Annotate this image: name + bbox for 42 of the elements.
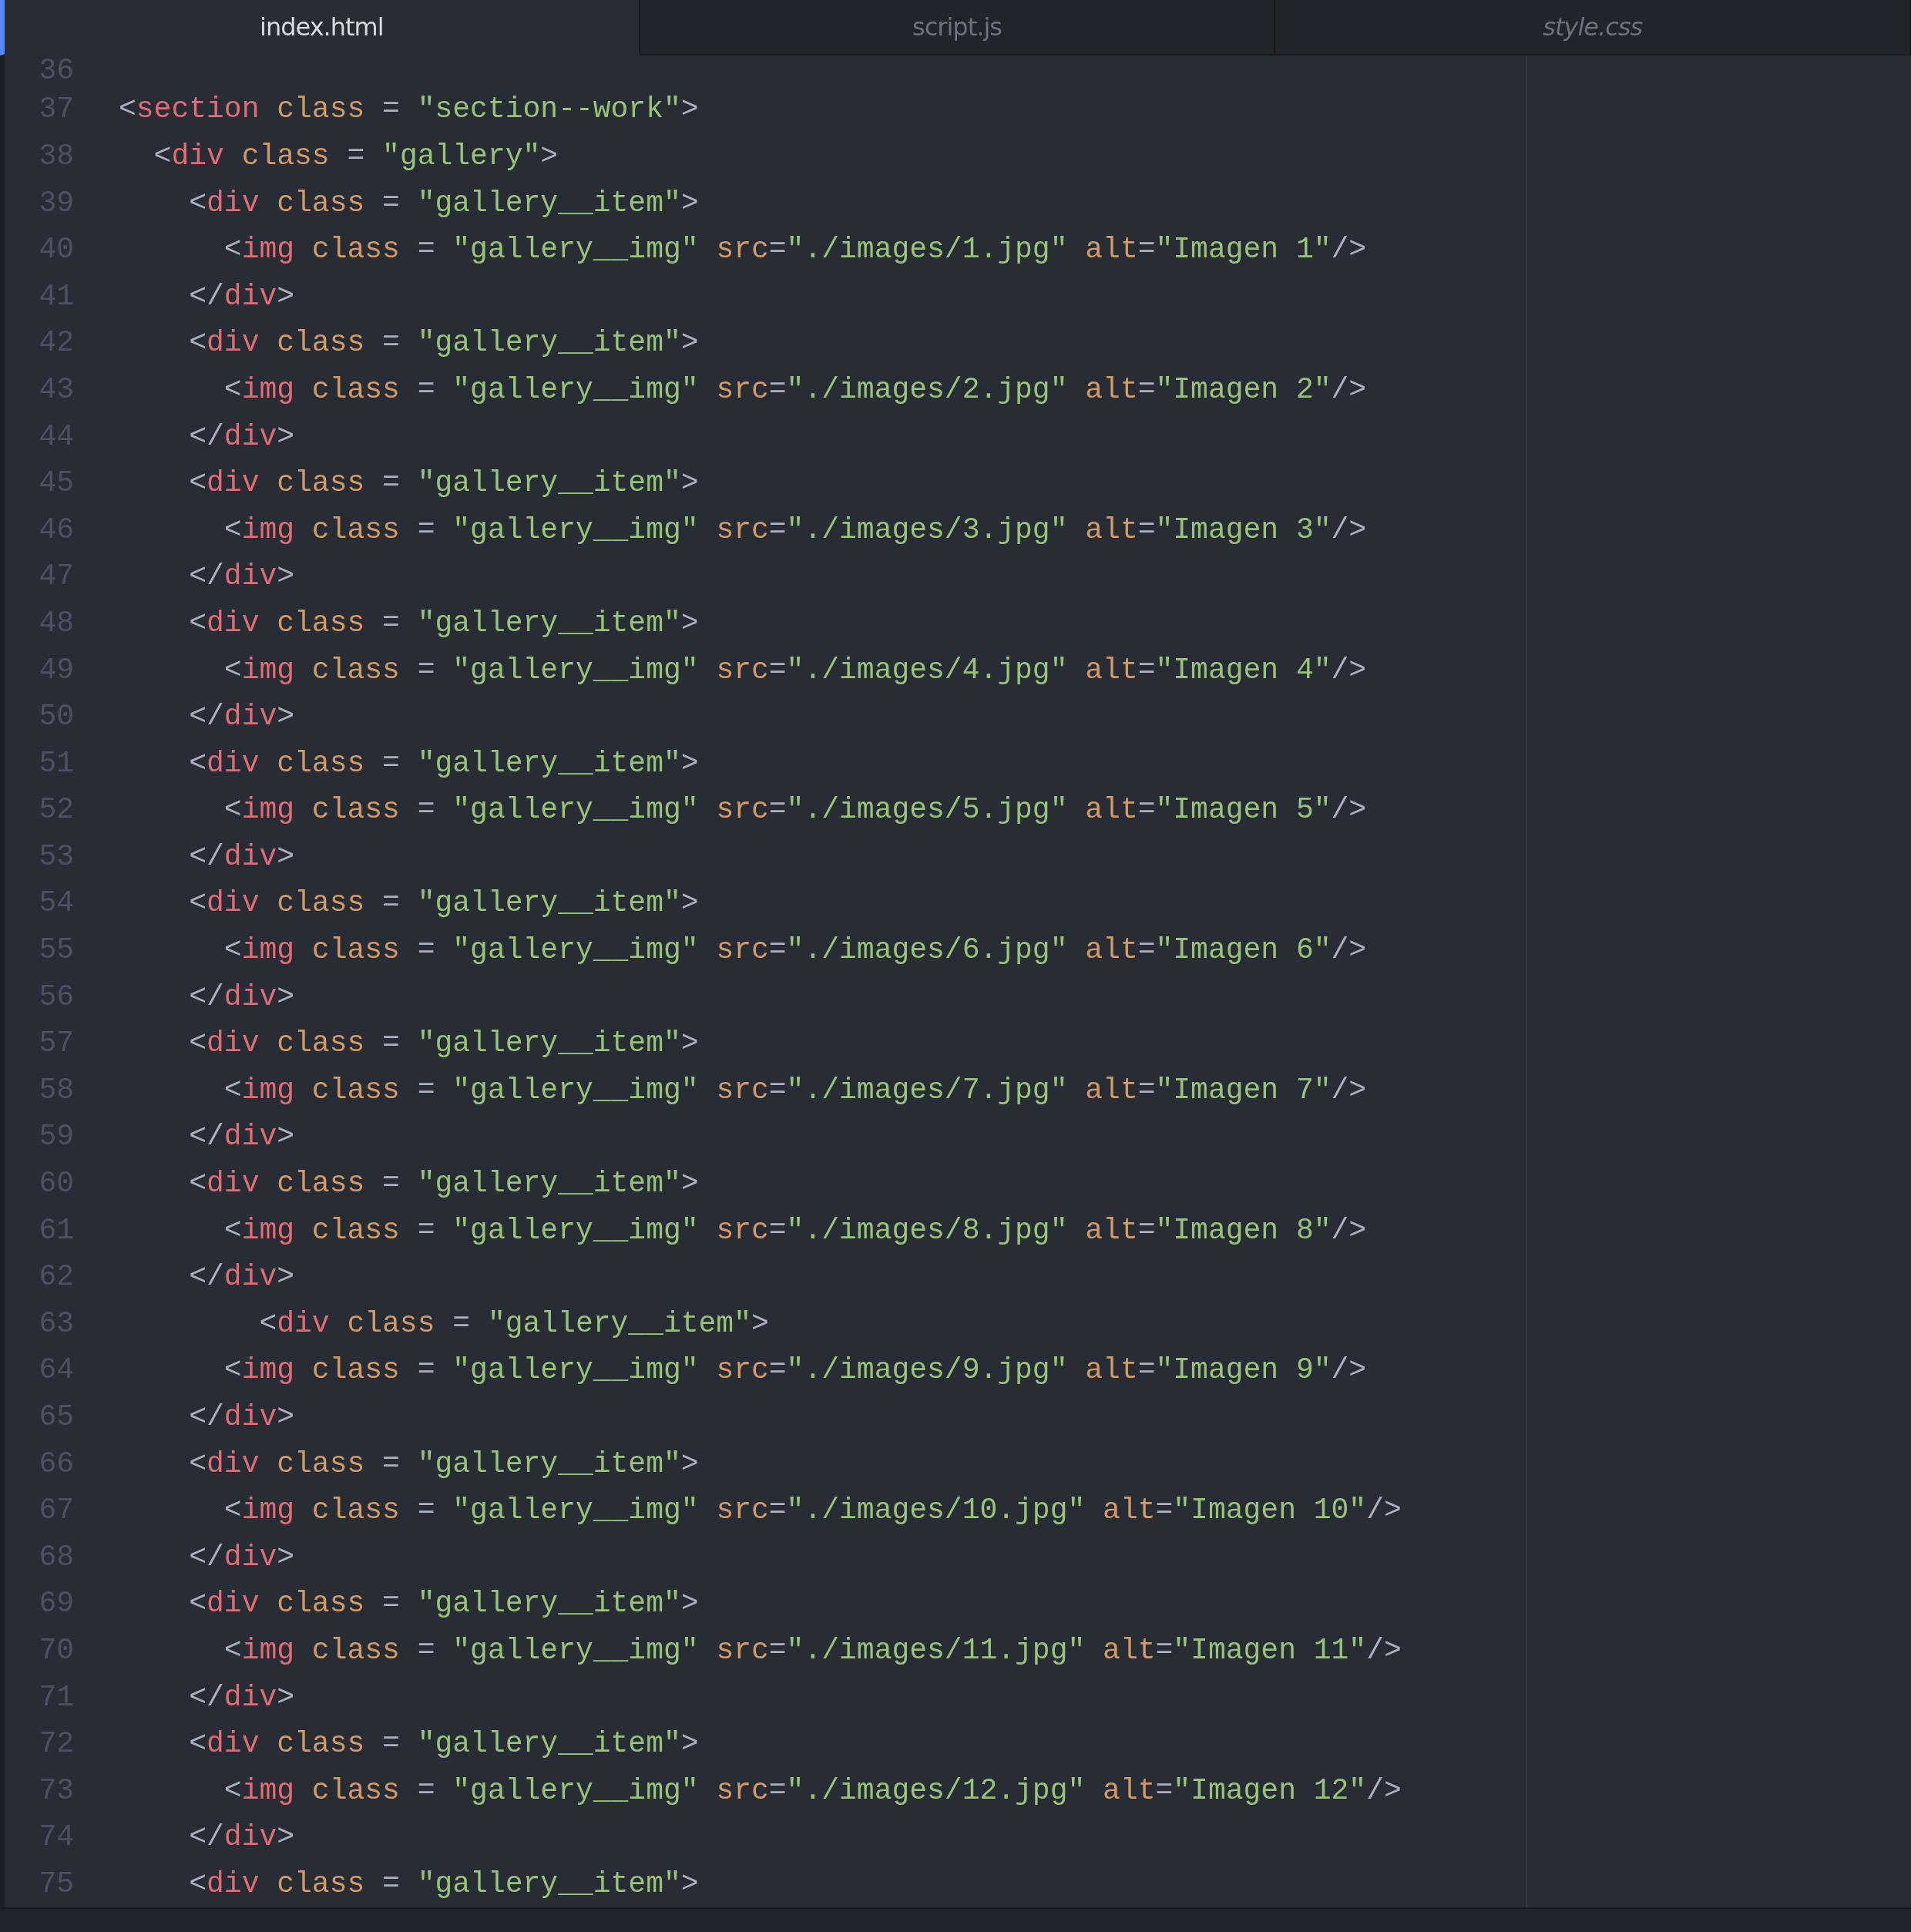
tab[interactable]: style.css bbox=[1275, 0, 1911, 55]
code-line: </div> bbox=[188, 419, 295, 453]
code-line: </div> bbox=[188, 279, 295, 313]
code-line: <div class = "gallery__item"> bbox=[188, 186, 699, 220]
code-line: <img class = "gallery__img" src="./images/3.jpg" alt="Imagen 3"/> bbox=[223, 512, 1367, 546]
code-line: <div class = "gallery__item"> bbox=[258, 1306, 769, 1340]
code-line: <img class = "gallery__img" src="./images/5.jpg" alt="Imagen 5"/> bbox=[223, 793, 1367, 827]
code-line: <div class = "gallery__item"> bbox=[188, 886, 699, 920]
tab[interactable]: index.html bbox=[0, 0, 640, 55]
code-line: <img class = "gallery__img" src="./images/2.jpg" alt="Imagen 2"/> bbox=[223, 372, 1367, 406]
code-line: </div> bbox=[188, 1680, 295, 1714]
code-line: </div> bbox=[188, 1120, 295, 1154]
code-line: <img class = "gallery__img" src="./images/4.jpg" alt="Imagen 4"/> bbox=[223, 653, 1367, 687]
code-line: </div> bbox=[188, 559, 295, 593]
code-line: <img class = "gallery__img" src="./images/9.jpg" alt="Imagen 9"/> bbox=[223, 1353, 1367, 1387]
code-line: <img class = "gallery__img" src="./images/12.jpg" alt="Imagen 12"/> bbox=[223, 1773, 1402, 1807]
code-line: <div class = "gallery__item"> bbox=[188, 1727, 699, 1761]
code-line: <img class = "gallery__img" src="./images/11.jpg" alt="Imagen 11"/> bbox=[223, 1634, 1402, 1667]
code-line: <div class = "gallery__item"> bbox=[188, 1167, 699, 1201]
code-line: </div> bbox=[188, 1400, 295, 1433]
code-line: <div class = "gallery__item"> bbox=[188, 746, 699, 780]
code-line: <img class = "gallery__img" src="./images/10.jpg" alt="Imagen 10"/> bbox=[223, 1494, 1402, 1527]
code-line: <img class = "gallery__img" src="./images/1.jpg" alt="Imagen 1"/> bbox=[223, 233, 1367, 267]
code-line: <img class = "gallery__img" src="./images/8.jpg" alt="Imagen 8"/> bbox=[223, 1213, 1367, 1247]
code-line: </div> bbox=[188, 700, 295, 734]
code-line: <div class = "gallery__item"> bbox=[188, 1026, 699, 1060]
tab[interactable]: script.js bbox=[640, 0, 1276, 55]
code-line: <img class = "gallery__img" src="./images/7.jpg" alt="Imagen 7"/> bbox=[223, 1073, 1367, 1107]
code-line: <div class = "gallery__item"> bbox=[188, 606, 699, 640]
code-line: </div> bbox=[188, 1540, 295, 1574]
code-line: <img class = "gallery__img" src="./images/6.jpg" alt="Imagen 6"/> bbox=[223, 933, 1367, 967]
code-line: <section class = "section--work"> bbox=[119, 92, 699, 126]
code-line: </div> bbox=[188, 979, 295, 1013]
code-line: <div class = "gallery__item"> bbox=[188, 326, 699, 360]
code-line: <div class = "gallery__item"> bbox=[188, 1587, 699, 1621]
code-line: </div> bbox=[188, 839, 295, 873]
code-line: <div class = "gallery__item"> bbox=[188, 1866, 699, 1900]
code-line: <div class = "gallery__item"> bbox=[188, 1446, 699, 1480]
code-line: </div> bbox=[188, 1260, 295, 1294]
code-line: <div class = "gallery"> bbox=[153, 139, 559, 173]
code-line: </div> bbox=[188, 1820, 295, 1854]
code-line: <div class = "gallery__item"> bbox=[188, 466, 699, 500]
